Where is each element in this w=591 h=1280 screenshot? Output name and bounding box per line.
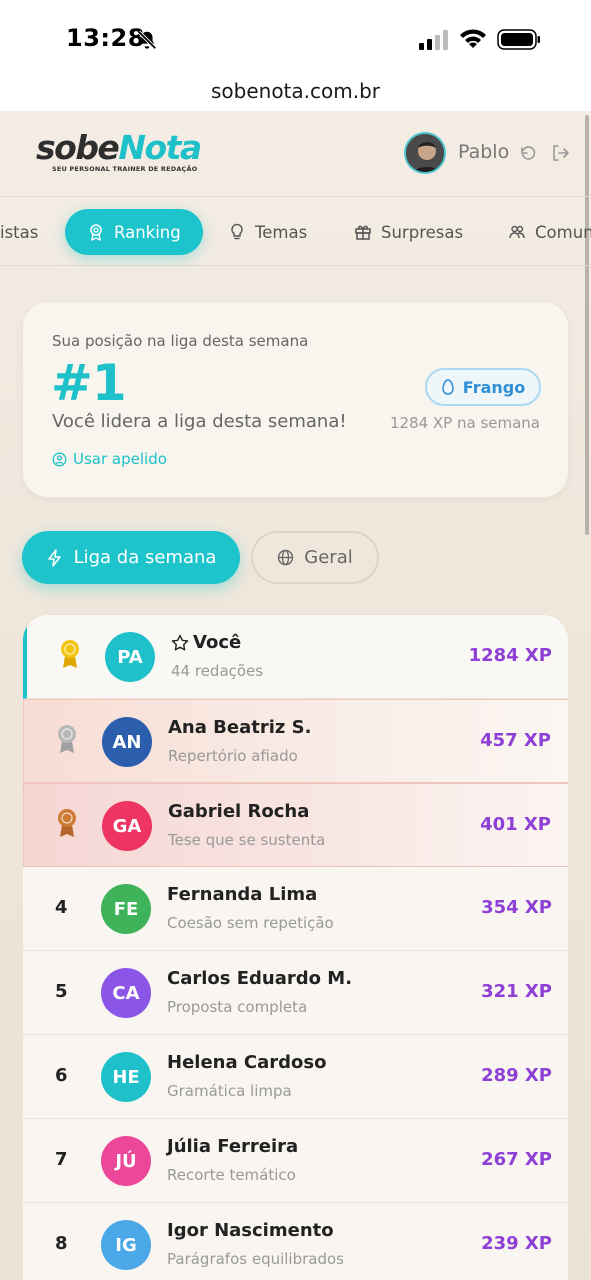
battery-icon <box>497 29 540 50</box>
player-xp: 354 XP <box>481 897 552 918</box>
ranking-row[interactable]: 4 FE Fernanda Lima Coesão sem repetição 354 … <box>23 867 568 951</box>
signal-icon <box>419 30 448 50</box>
status-time: 13:28 <box>66 24 145 52</box>
url-bar[interactable]: sobenota.com.br <box>0 74 591 112</box>
player-subtitle: Repertório afiado <box>168 747 298 765</box>
avatar: FE <box>101 884 151 934</box>
logo[interactable]: sobeNota SEU PERSONAL TRAINER DE REDAÇÃO <box>36 128 202 174</box>
league-name: Frango <box>462 377 526 397</box>
ranking-row[interactable]: 7 JÚ Júlia Ferreira Recorte temático 267 XP <box>23 1119 568 1203</box>
award-icon <box>90 224 102 241</box>
ranking-list: PA Você 44 redações 1284 XP AN Ana Beatriz S.… <box>22 614 569 1280</box>
weekly-xp: 1284 XP na semana <box>389 414 540 432</box>
user-switch-icon <box>52 452 67 466</box>
logo-wordmark: sobeNota <box>36 128 202 167</box>
player-xp: 239 XP <box>481 1233 552 1254</box>
player-subtitle: Tese que se sustenta <box>168 831 326 849</box>
rank-number: 6 <box>55 1065 68 1086</box>
lightning-icon <box>47 548 61 567</box>
nav-item-surpresas[interactable]: Surpresas <box>354 209 463 255</box>
position-message: Você lidera a liga desta semana! <box>52 411 347 432</box>
avatar: GA <box>102 801 152 851</box>
player-name: Helena Cardoso <box>167 1052 327 1073</box>
use-nickname-link[interactable]: Usar apelido <box>52 450 167 468</box>
player-subtitle: 44 redações <box>171 662 264 680</box>
general-ranking-button[interactable]: Geral <box>251 531 379 584</box>
player-xp: 321 XP <box>481 981 552 1002</box>
player-name: Fernanda Lima <box>167 884 318 905</box>
avatar: PA <box>105 632 155 682</box>
nav-item-comunidade[interactable]: Comun <box>508 209 591 255</box>
avatar: AN <box>102 717 152 767</box>
rank-number: 7 <box>55 1149 68 1170</box>
logout-icon[interactable] <box>550 143 570 163</box>
player-xp: 401 XP <box>480 814 551 835</box>
star-icon <box>171 634 189 650</box>
rank-number: 8 <box>55 1233 68 1254</box>
player-xp: 267 XP <box>481 1149 552 1170</box>
player-name: Gabriel Rocha <box>168 801 310 822</box>
ranking-row[interactable]: 5 CA Carlos Eduardo M. Proposta completa 321… <box>23 951 568 1035</box>
users-icon <box>509 225 525 239</box>
user-name[interactable]: Pablo <box>458 141 509 163</box>
ranking-row[interactable]: 8 IG Igor Nascimento Parágrafos equilibrado… <box>23 1203 568 1280</box>
ranking-row[interactable]: 6 HE Helena Cardoso Gramática limpa 289 XP <box>23 1035 568 1119</box>
player-xp: 1284 XP <box>468 645 552 666</box>
bell-off-icon <box>137 30 157 50</box>
avatar: HE <box>101 1052 151 1102</box>
player-name: Ana Beatriz S. <box>168 717 312 738</box>
player-xp: 289 XP <box>481 1065 552 1086</box>
page: sobeNota SEU PERSONAL TRAINER DE REDAÇÃO… <box>0 111 591 1280</box>
league-badge: Frango <box>425 368 541 406</box>
user-avatar[interactable] <box>404 132 446 174</box>
weekly-league-button[interactable]: Liga da semana <box>22 531 240 584</box>
ranking-row[interactable]: AN Ana Beatriz S. Repertório afiado 457 XP <box>23 699 568 783</box>
silver-medal-icon <box>58 725 76 753</box>
url-text: sobenota.com.br <box>210 79 380 103</box>
undo-icon[interactable] <box>518 143 538 163</box>
gold-medal-icon <box>61 640 79 668</box>
player-name: Igor Nascimento <box>167 1220 334 1241</box>
globe-icon <box>278 549 294 566</box>
rank-number: 5 <box>55 981 68 1002</box>
nav-item-listas[interactable]: istas <box>0 209 38 255</box>
bronze-medal-icon <box>58 809 76 837</box>
gift-icon <box>355 225 371 240</box>
player-subtitle: Recorte temático <box>167 1166 296 1184</box>
status-bar: 13:28 <box>0 0 591 74</box>
player-xp: 457 XP <box>480 730 551 751</box>
position-rank: #1 <box>51 354 127 412</box>
nav-item-temas[interactable]: Temas <box>228 209 307 255</box>
ranking-row-me[interactable]: PA Você 44 redações 1284 XP <box>23 615 568 699</box>
ranking-row[interactable]: GA Gabriel Rocha Tese que se sustenta 401 X… <box>23 783 568 867</box>
user-photo-icon <box>406 134 444 172</box>
avatar: JÚ <box>101 1136 151 1186</box>
player-subtitle: Parágrafos equilibrados <box>167 1250 344 1268</box>
egg-icon <box>442 379 454 395</box>
player-subtitle: Proposta completa <box>167 998 308 1016</box>
avatar: CA <box>101 968 151 1018</box>
avatar: IG <box>101 1220 151 1270</box>
player-subtitle: Gramática limpa <box>167 1082 292 1100</box>
player-name: Carlos Eduardo M. <box>167 968 353 989</box>
logo-tagline: SEU PERSONAL TRAINER DE REDAÇÃO <box>52 165 198 173</box>
position-label: Sua posição na liga desta semana <box>52 332 309 350</box>
site-header: sobeNota SEU PERSONAL TRAINER DE REDAÇÃO… <box>0 111 591 197</box>
wifi-icon <box>460 29 486 48</box>
position-card: Sua posição na liga desta semana #1 Você… <box>22 301 569 498</box>
player-subtitle: Coesão sem repetição <box>167 914 334 932</box>
player-name: Júlia Ferreira <box>167 1136 299 1157</box>
nav-item-ranking[interactable]: Ranking <box>65 209 203 255</box>
rank-number: 4 <box>55 897 68 918</box>
lightbulb-icon <box>231 223 243 240</box>
main-nav: istas Ranking Temas Surpresas Comun <box>0 198 591 266</box>
player-name: Você <box>171 632 241 653</box>
